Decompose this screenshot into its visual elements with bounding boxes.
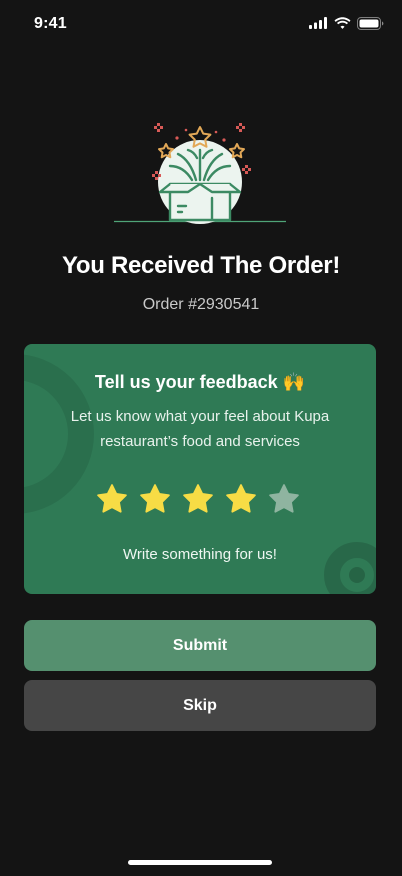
star-empty-icon[interactable] [268, 483, 300, 515]
skip-button[interactable]: Skip [24, 680, 376, 731]
wifi-icon [334, 17, 351, 29]
submit-button[interactable]: Submit [24, 620, 376, 671]
feedback-description: Let us know what your feel about Kupa re… [70, 408, 330, 450]
star-filled-icon[interactable] [225, 483, 257, 515]
status-bar: 9:41 [0, 0, 402, 48]
feedback-card: Tell us your feedback 🙌 Let us know what… [24, 344, 376, 594]
signal-icon [309, 17, 327, 29]
star-filled-icon[interactable] [182, 483, 214, 515]
page-title: You Received The Order! [61, 252, 341, 279]
star-filled-icon[interactable] [139, 483, 171, 515]
status-time: 9:41 [34, 15, 67, 32]
status-icons [309, 16, 384, 30]
home-indicator [128, 860, 272, 865]
order-number: Order #2930541 [142, 296, 260, 313]
star-filled-icon[interactable] [96, 483, 128, 515]
star-rating[interactable] [96, 483, 306, 517]
battery-icon [357, 16, 384, 30]
order-received-illustration [100, 118, 300, 226]
gift-box-icon [114, 123, 286, 224]
write-feedback-prompt[interactable]: Write something for us! [24, 546, 376, 563]
feedback-title: Tell us your feedback 🙌 [94, 372, 306, 392]
